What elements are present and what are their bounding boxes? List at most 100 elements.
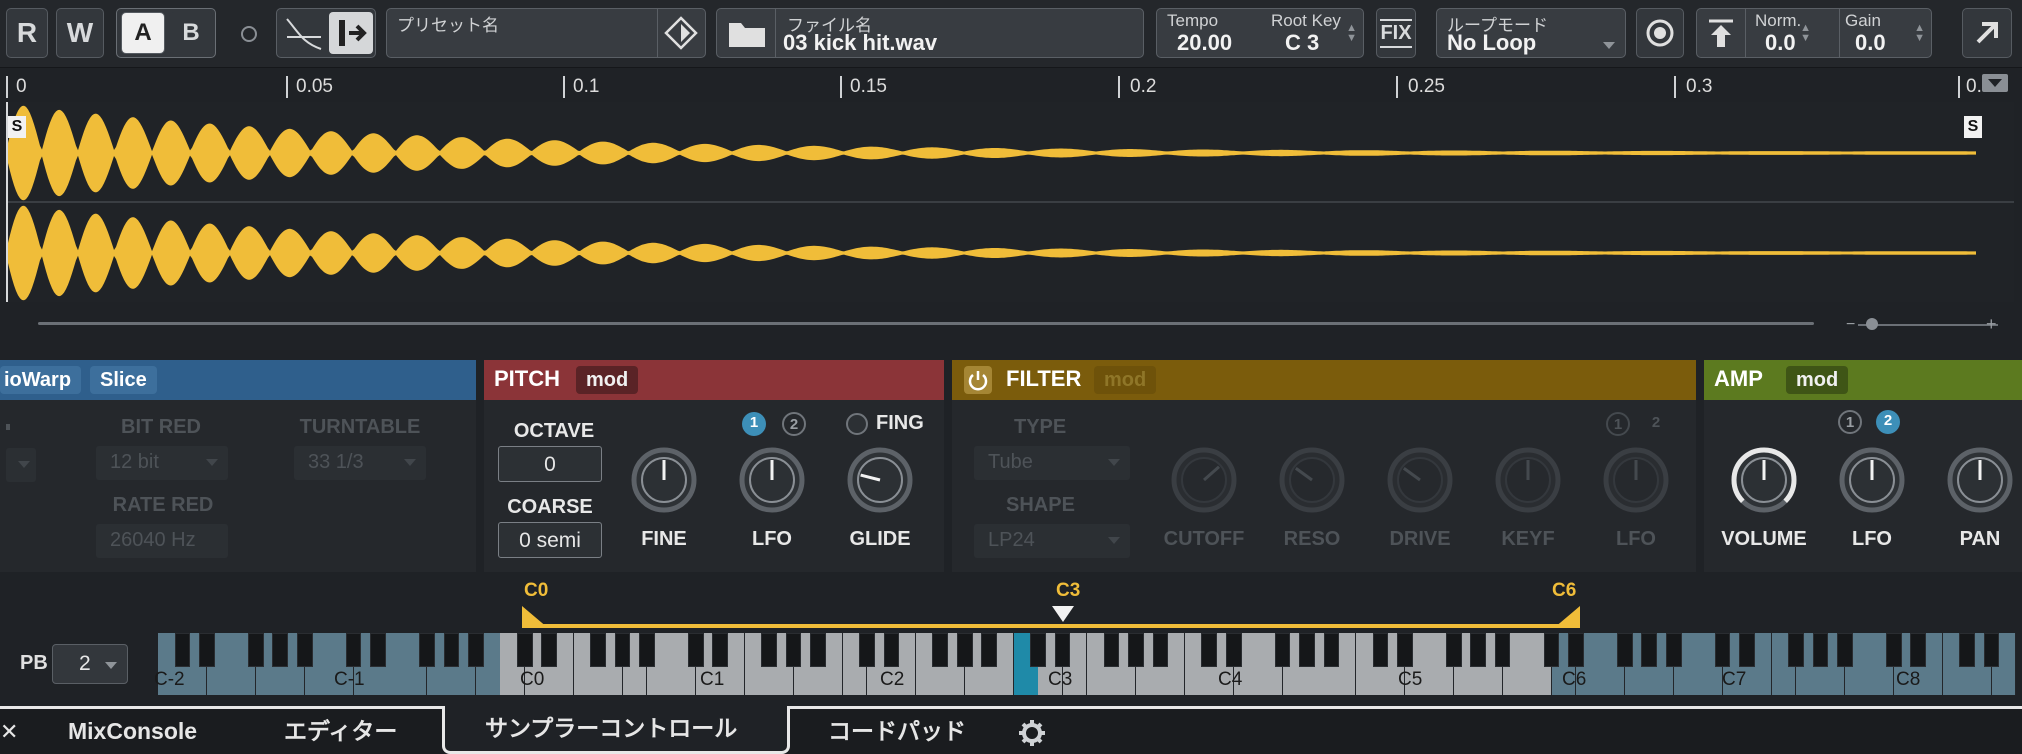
- black-key[interactable]: [199, 633, 215, 667]
- folder-icon[interactable]: [727, 19, 767, 49]
- curve-tool-icon[interactable]: [281, 13, 325, 55]
- file-field[interactable]: ファイル名 03 kick hit.wav: [716, 8, 1144, 58]
- black-key[interactable]: [247, 633, 264, 667]
- start-marker[interactable]: S: [8, 116, 26, 138]
- amp-mod-button[interactable]: mod: [1786, 366, 1849, 394]
- black-key[interactable]: [1568, 633, 1584, 667]
- black-key[interactable]: [761, 633, 777, 667]
- tab-sampler-control-active[interactable]: サンプラーコントロール: [442, 706, 790, 754]
- gain-stepper-icon[interactable]: ▲ ▼: [1914, 23, 1925, 44]
- filter-type-dropdown[interactable]: Tube: [974, 446, 1130, 480]
- loopmode-field[interactable]: ループモード No Loop: [1436, 8, 1626, 58]
- coarse-field[interactable]: 0 semi: [498, 522, 602, 558]
- black-key[interactable]: [785, 633, 802, 667]
- black-key[interactable]: [981, 633, 998, 667]
- black-key[interactable]: [1959, 633, 1975, 667]
- black-key[interactable]: [272, 633, 289, 667]
- black-key[interactable]: [296, 633, 313, 667]
- fine-knob[interactable]: [626, 442, 702, 518]
- rootkey-value[interactable]: C 3: [1285, 30, 1319, 56]
- black-key[interactable]: [639, 633, 655, 667]
- black-key[interactable]: [1714, 633, 1731, 667]
- drive-knob[interactable]: [1382, 442, 1458, 518]
- tab-sampler-control[interactable]: サンプラーコントロール: [485, 706, 737, 751]
- record-indicator-icon[interactable]: [241, 26, 257, 42]
- expand-button[interactable]: [1962, 8, 2012, 58]
- black-key[interactable]: [1274, 633, 1291, 667]
- black-key[interactable]: [932, 633, 949, 667]
- black-key[interactable]: [516, 633, 533, 667]
- black-key[interactable]: [590, 633, 606, 667]
- black-key[interactable]: [1641, 633, 1658, 667]
- audiowarp-mode-dropdown[interactable]: [6, 448, 36, 482]
- black-key[interactable]: [712, 633, 729, 667]
- black-key[interactable]: [1054, 633, 1071, 667]
- black-key[interactable]: [810, 633, 826, 667]
- b-button[interactable]: B: [169, 12, 213, 54]
- filter-lfo-knob[interactable]: [1598, 442, 1674, 518]
- end-marker[interactable]: S: [1964, 116, 1982, 138]
- black-key[interactable]: [614, 633, 631, 667]
- black-key[interactable]: [1372, 633, 1389, 667]
- tab-chordpad[interactable]: コードパッド: [828, 709, 966, 754]
- pitch-lfo-knob[interactable]: [734, 442, 810, 518]
- black-key[interactable]: [1201, 633, 1218, 667]
- filter-shape-dropdown[interactable]: LP24: [974, 524, 1130, 558]
- gain-value[interactable]: 0.0: [1855, 30, 1886, 56]
- waveform-display[interactable]: S S: [6, 102, 2014, 302]
- zoom-in-icon[interactable]: +: [1986, 314, 1997, 335]
- close-icon[interactable]: ✕: [0, 709, 18, 754]
- norm-value[interactable]: 0.0: [1765, 30, 1796, 56]
- black-key[interactable]: [1494, 633, 1511, 667]
- tab-slice[interactable]: Slice: [90, 366, 157, 394]
- black-key[interactable]: [883, 633, 900, 667]
- black-key[interactable]: [1617, 633, 1633, 667]
- black-key[interactable]: [956, 633, 973, 667]
- ruler-menu-icon[interactable]: [1982, 74, 2008, 92]
- keyf-knob[interactable]: [1490, 442, 1566, 518]
- snap-tool-icon[interactable]: [329, 12, 373, 54]
- zoom-out-icon[interactable]: −: [1846, 316, 1855, 334]
- rootkey-stepper-icon[interactable]: ▲ ▼: [1346, 23, 1357, 44]
- black-key[interactable]: [1665, 633, 1682, 667]
- amp-lfo-knob[interactable]: [1834, 442, 1910, 518]
- bitred-dropdown[interactable]: 12 bit: [96, 446, 228, 480]
- preset-field[interactable]: プリセット名: [386, 8, 706, 58]
- write-button[interactable]: W: [56, 8, 104, 58]
- key-range-bar[interactable]: C0 C3 C6: [522, 580, 1580, 630]
- glide-knob[interactable]: [842, 442, 918, 518]
- tab-editor[interactable]: エディター: [284, 709, 397, 754]
- keyboard[interactable]: [158, 633, 2017, 695]
- preset-save-icon[interactable]: [663, 15, 699, 51]
- reso-knob[interactable]: [1274, 442, 1350, 518]
- gear-icon[interactable]: [1018, 719, 1046, 747]
- black-key[interactable]: [1445, 633, 1462, 667]
- filter-power-button[interactable]: [964, 366, 992, 394]
- norm-stepper-icon[interactable]: ▲ ▼: [1800, 23, 1811, 44]
- amp-lfo1-button[interactable]: 1: [1838, 410, 1862, 434]
- a-button[interactable]: A: [121, 12, 165, 54]
- black-key[interactable]: [1885, 633, 1902, 667]
- zoom-slider-handle[interactable]: [1866, 318, 1878, 330]
- black-key[interactable]: [1396, 633, 1413, 667]
- time-ruler[interactable]: 0 0.05 0.1 0.15 0.2 0.25 0.3 0.: [0, 70, 2022, 102]
- range-low-handle[interactable]: [522, 606, 548, 628]
- black-key[interactable]: [467, 633, 484, 667]
- normalize-icon[interactable]: [1705, 17, 1737, 51]
- black-key[interactable]: [1128, 633, 1144, 667]
- zoom-slider[interactable]: [1858, 324, 1998, 326]
- turntable-dropdown[interactable]: 33 1/3: [294, 446, 426, 480]
- black-key[interactable]: [174, 633, 191, 667]
- pitch-lfo1-button[interactable]: 1: [742, 412, 766, 436]
- cutoff-knob[interactable]: [1166, 442, 1242, 518]
- black-key[interactable]: [1470, 633, 1486, 667]
- tab-mixconsole[interactable]: MixConsole: [68, 709, 197, 754]
- pitch-mod-button[interactable]: mod: [576, 366, 639, 394]
- black-key[interactable]: [1910, 633, 1927, 667]
- fingered-toggle[interactable]: [846, 413, 868, 435]
- pan-knob[interactable]: [1942, 442, 2018, 518]
- black-key[interactable]: [1543, 633, 1560, 667]
- root-key-marker[interactable]: [1052, 606, 1074, 622]
- black-key[interactable]: [443, 633, 460, 667]
- black-key[interactable]: [1152, 633, 1169, 667]
